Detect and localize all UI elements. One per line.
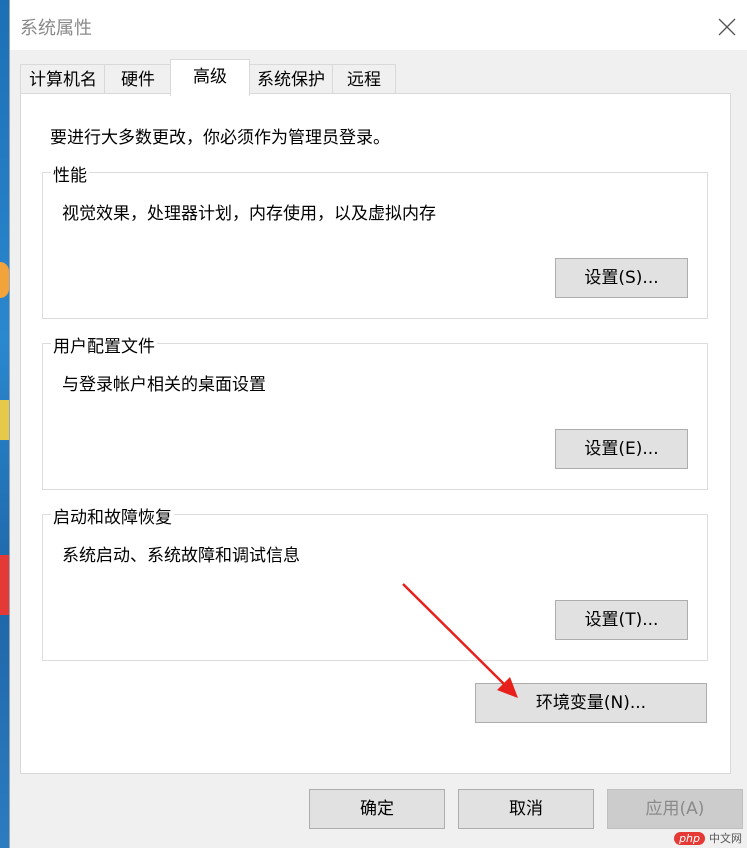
startup-recovery-title: 启动和故障恢复 xyxy=(51,503,174,528)
cancel-button[interactable]: 取消 xyxy=(458,789,594,829)
watermark-badge: php xyxy=(674,831,705,845)
advanced-tab-panel: 要进行大多数更改，你必须作为管理员登录。 性能 视觉效果，处理器计划，内存使用，… xyxy=(20,93,731,774)
performance-title: 性能 xyxy=(51,161,89,186)
tab-remote[interactable]: 远程 xyxy=(332,64,396,95)
tab-hardware[interactable]: 硬件 xyxy=(104,64,172,95)
tab-advanced[interactable]: 高级 xyxy=(170,59,250,96)
close-icon xyxy=(718,18,736,36)
environment-variables-button[interactable]: 环境变量(N)... xyxy=(475,683,707,723)
ok-button[interactable]: 确定 xyxy=(309,789,445,829)
startup-recovery-description: 系统启动、系统故障和调试信息 xyxy=(62,546,300,566)
startup-recovery-settings-button[interactable]: 设置(T)... xyxy=(555,600,688,640)
user-profiles-title: 用户配置文件 xyxy=(51,332,157,357)
window-title: 系统属性 xyxy=(20,18,92,39)
apply-button: 应用(A) xyxy=(607,789,743,829)
user-profiles-description: 与登录帐户相关的桌面设置 xyxy=(62,375,266,395)
site-watermark: php 中文网 xyxy=(674,830,742,846)
performance-group: 性能 视觉效果，处理器计划，内存使用，以及虚拟内存 设置(S)... xyxy=(42,161,708,319)
system-properties-dialog: 系统属性 计算机名 硬件 高级 系统保护 远程 要进行大多数更改，你必须作为管理… xyxy=(9,0,747,848)
desktop-background xyxy=(0,0,9,848)
performance-settings-button[interactable]: 设置(S)... xyxy=(555,258,688,298)
tab-computer-name[interactable]: 计算机名 xyxy=(20,64,106,95)
performance-description: 视觉效果，处理器计划，内存使用，以及虚拟内存 xyxy=(62,204,436,224)
user-profiles-settings-button[interactable]: 设置(E)... xyxy=(555,429,688,469)
watermark-text: 中文网 xyxy=(709,832,742,845)
title-bar: 系统属性 xyxy=(10,0,747,50)
close-button[interactable] xyxy=(714,14,740,40)
admin-notice: 要进行大多数更改，你必须作为管理员登录。 xyxy=(50,128,390,148)
startup-recovery-group: 启动和故障恢复 系统启动、系统故障和调试信息 设置(T)... xyxy=(42,503,708,661)
tab-system-protection[interactable]: 系统保护 xyxy=(248,64,334,95)
user-profiles-group: 用户配置文件 与登录帐户相关的桌面设置 设置(E)... xyxy=(42,332,708,490)
desktop-icon-partial xyxy=(0,555,9,615)
desktop-icon-partial xyxy=(0,262,9,298)
desktop-icon-partial xyxy=(0,400,9,440)
